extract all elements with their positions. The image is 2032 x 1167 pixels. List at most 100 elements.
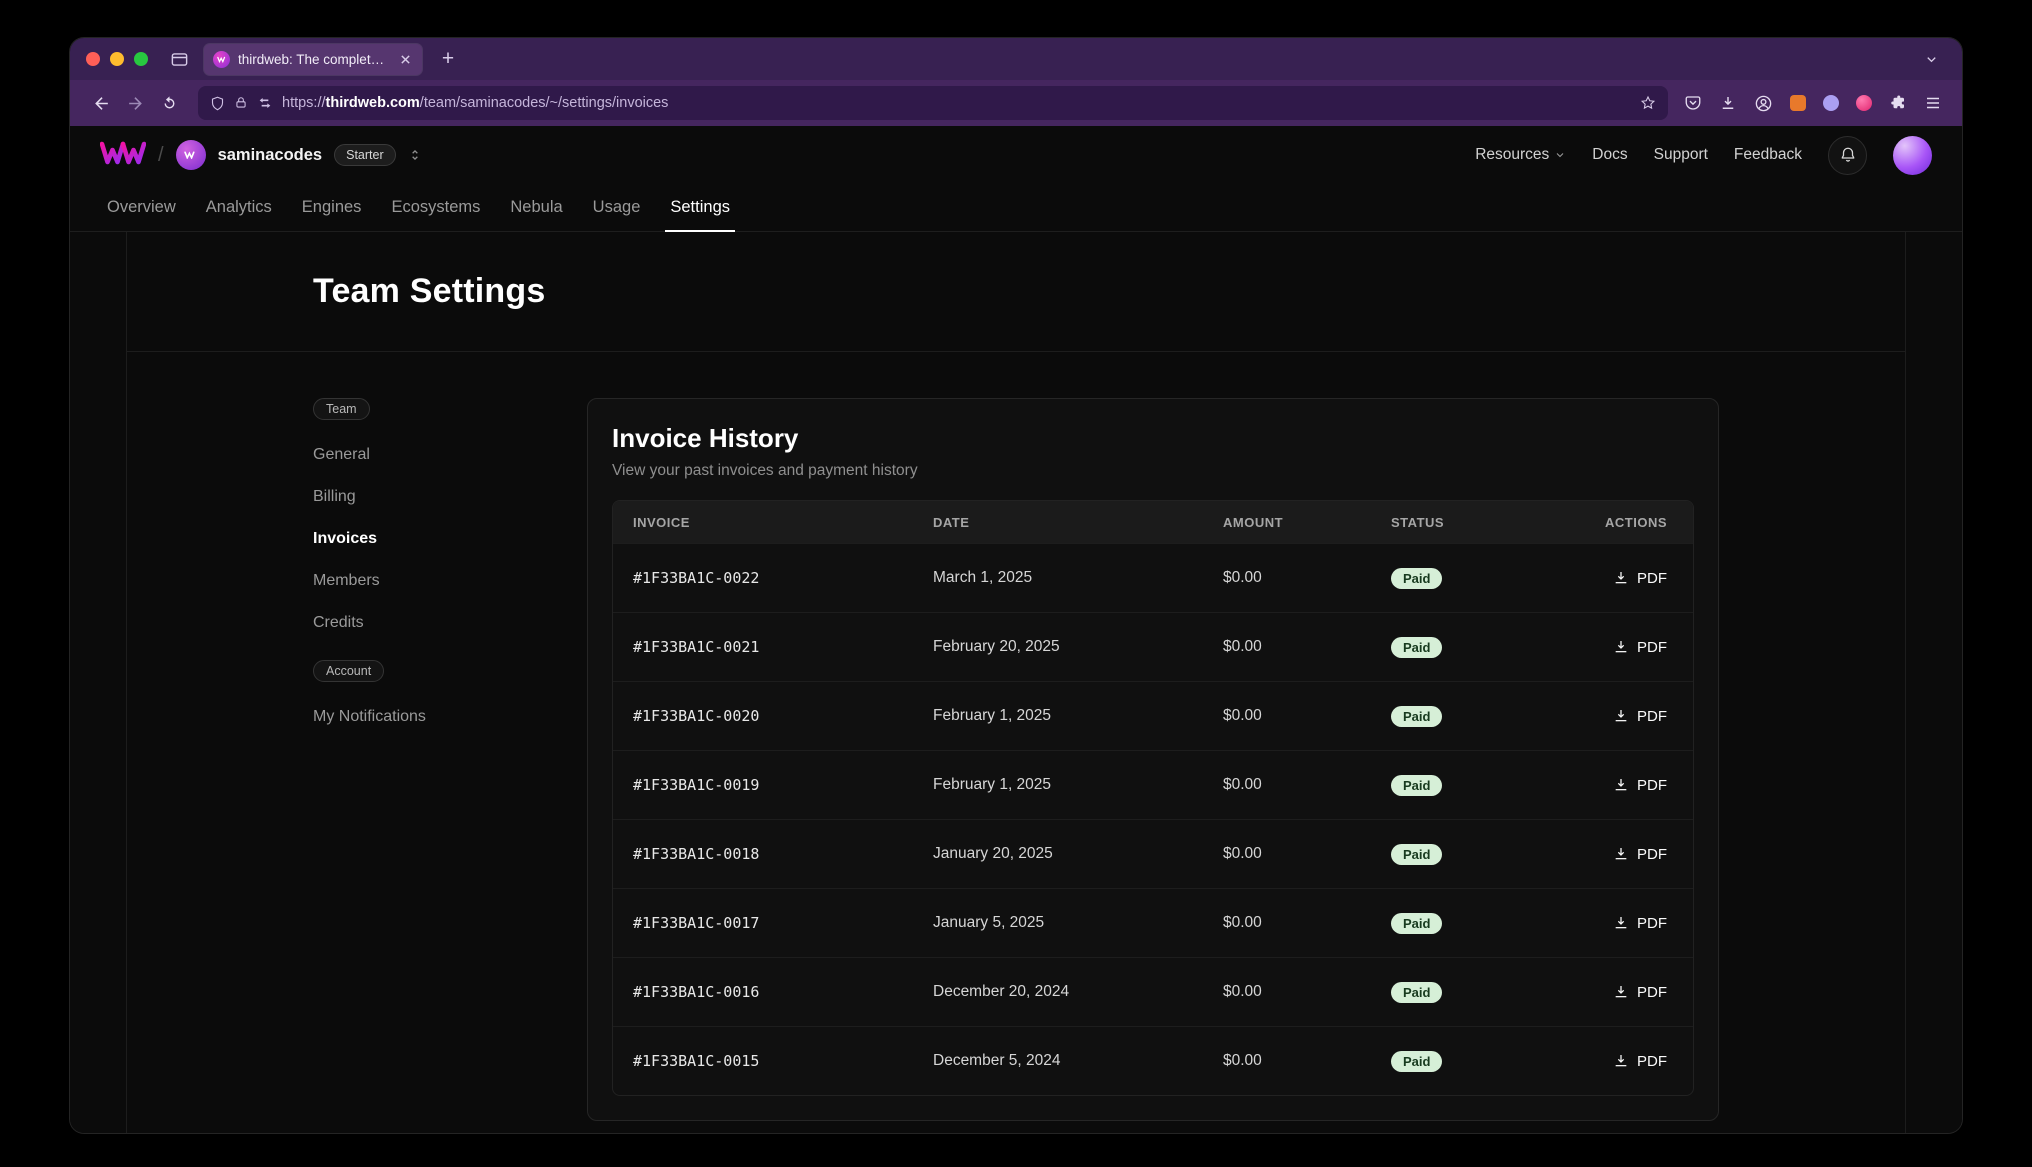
invoice-table: INVOICE DATE AMOUNT STATUS ACTIONS #1F33… (612, 500, 1694, 1096)
invoice-id: #1F33BA1C-0022 (613, 569, 913, 587)
download-icon (1613, 570, 1629, 586)
table-row: #1F33BA1C-0022 March 1, 2025 $0.00 Paid … (613, 543, 1693, 612)
shield-icon[interactable] (210, 96, 225, 111)
extension-fox-icon[interactable] (1790, 95, 1806, 111)
lock-icon[interactable] (234, 96, 248, 110)
notifications-button[interactable] (1828, 136, 1867, 175)
download-pdf-button[interactable]: PDF (1613, 639, 1667, 656)
tab-settings[interactable]: Settings (655, 184, 745, 231)
col-amount: AMOUNT (1203, 515, 1371, 530)
invoice-date: December 20, 2024 (913, 983, 1203, 1001)
back-icon[interactable] (84, 87, 118, 119)
tab-usage[interactable]: Usage (578, 184, 656, 231)
resources-link[interactable]: Resources (1475, 146, 1566, 164)
download-pdf-button[interactable]: PDF (1613, 915, 1667, 932)
sidebar-item-members[interactable]: Members (313, 560, 587, 602)
download-icon (1613, 777, 1629, 793)
download-icon (1613, 915, 1629, 931)
chevron-down-icon (1554, 149, 1566, 161)
status-badge: Paid (1391, 706, 1442, 727)
pdf-label: PDF (1637, 639, 1667, 656)
download-pdf-button[interactable]: PDF (1613, 570, 1667, 587)
team-name[interactable]: saminacodes (218, 146, 323, 165)
url-bar[interactable]: https://thirdweb.com/team/saminacodes/~/… (198, 86, 1668, 120)
zoom-button[interactable] (134, 52, 148, 66)
list-all-tabs-chevron-icon[interactable] (1916, 45, 1946, 73)
table-row: #1F33BA1C-0021 February 20, 2025 $0.00 P… (613, 612, 1693, 681)
tab-engines[interactable]: Engines (287, 184, 377, 231)
col-actions: ACTIONS (1605, 515, 1693, 530)
table-row: #1F33BA1C-0018 January 20, 2025 $0.00 Pa… (613, 819, 1693, 888)
sidebar-item-credits[interactable]: Credits (313, 602, 587, 644)
firefox-view-icon[interactable] (164, 45, 194, 73)
sidebar-item-general[interactable]: General (313, 434, 587, 476)
dashboard-nav-tabs: Overview Analytics Engines Ecosystems Ne… (70, 184, 1962, 232)
sidebar-item-my-notifications[interactable]: My Notifications (313, 696, 587, 738)
url-path: /team/saminacodes/~/settings/invoices (420, 95, 669, 111)
docs-link[interactable]: Docs (1592, 146, 1627, 164)
team-switcher-icon[interactable] (408, 147, 422, 163)
table-row: #1F33BA1C-0017 January 5, 2025 $0.00 Pai… (613, 888, 1693, 957)
download-pdf-button[interactable]: PDF (1613, 777, 1667, 794)
close-button[interactable] (86, 52, 100, 66)
tab-analytics[interactable]: Analytics (191, 184, 287, 231)
browser-tab[interactable]: thirdweb: The complete web3 d (204, 44, 422, 75)
tab-nebula[interactable]: Nebula (495, 184, 577, 231)
sidebar-item-billing[interactable]: Billing (313, 476, 587, 518)
account-icon[interactable] (1754, 94, 1773, 113)
invoice-date: January 20, 2025 (913, 845, 1203, 863)
download-pdf-button[interactable]: PDF (1613, 984, 1667, 1001)
sidebar-item-invoices[interactable]: Invoices (313, 518, 587, 560)
pdf-label: PDF (1637, 1053, 1667, 1070)
extensions-puzzle-icon[interactable] (1889, 94, 1907, 112)
user-avatar[interactable] (1893, 136, 1932, 175)
invoice-id: #1F33BA1C-0018 (613, 845, 913, 863)
minimize-button[interactable] (110, 52, 124, 66)
tab-overview[interactable]: Overview (92, 184, 191, 231)
download-pdf-button[interactable]: PDF (1613, 846, 1667, 863)
support-link[interactable]: Support (1654, 146, 1708, 164)
extension-wallet-icon[interactable] (1823, 95, 1839, 111)
menu-icon[interactable] (1924, 94, 1942, 112)
reload-icon[interactable] (152, 87, 186, 119)
status-badge: Paid (1391, 982, 1442, 1003)
invoice-date: December 5, 2024 (913, 1052, 1203, 1070)
forward-icon[interactable] (118, 87, 152, 119)
table-row: #1F33BA1C-0020 February 1, 2025 $0.00 Pa… (613, 681, 1693, 750)
feedback-link[interactable]: Feedback (1734, 146, 1802, 164)
invoice-id: #1F33BA1C-0020 (613, 707, 913, 725)
bookmark-star-icon[interactable] (1640, 95, 1656, 111)
invoice-amount: $0.00 (1203, 569, 1371, 587)
breadcrumb-slash: / (158, 144, 164, 167)
download-pdf-button[interactable]: PDF (1613, 1053, 1667, 1070)
invoice-id: #1F33BA1C-0019 (613, 776, 913, 794)
thirdweb-logo[interactable] (100, 140, 146, 171)
invoice-table-header: INVOICE DATE AMOUNT STATUS ACTIONS (613, 501, 1693, 543)
table-row: #1F33BA1C-0019 February 1, 2025 $0.00 Pa… (613, 750, 1693, 819)
invoice-date: February 20, 2025 (913, 638, 1203, 656)
plan-badge: Starter (334, 144, 396, 166)
new-tab-button[interactable]: + (434, 45, 462, 73)
settings-body: Team Settings Team General Billing Invoi… (126, 232, 1906, 1133)
tab-title: thirdweb: The complete web3 d (238, 52, 389, 67)
tab-close-icon[interactable] (397, 51, 413, 67)
col-date: DATE (913, 515, 1203, 530)
status-badge: Paid (1391, 913, 1442, 934)
download-pdf-button[interactable]: PDF (1613, 708, 1667, 725)
downloads-icon[interactable] (1719, 94, 1737, 112)
invoice-amount: $0.00 (1203, 845, 1371, 863)
download-icon (1613, 846, 1629, 862)
url-domain: thirdweb.com (326, 95, 420, 111)
extension-misc-icon[interactable] (1856, 95, 1872, 111)
download-icon (1613, 1053, 1629, 1069)
team-settings-header: Team Settings (127, 232, 1905, 352)
site-permissions-icon[interactable] (257, 95, 273, 111)
invoice-amount: $0.00 (1203, 914, 1371, 932)
invoice-id: #1F33BA1C-0021 (613, 638, 913, 656)
dashboard-header: / saminacodes Starter Resources (70, 126, 1962, 184)
download-icon (1613, 708, 1629, 724)
pocket-icon[interactable] (1684, 94, 1702, 112)
team-avatar[interactable] (176, 140, 206, 170)
tab-ecosystems[interactable]: Ecosystems (376, 184, 495, 231)
col-invoice: INVOICE (613, 515, 913, 530)
